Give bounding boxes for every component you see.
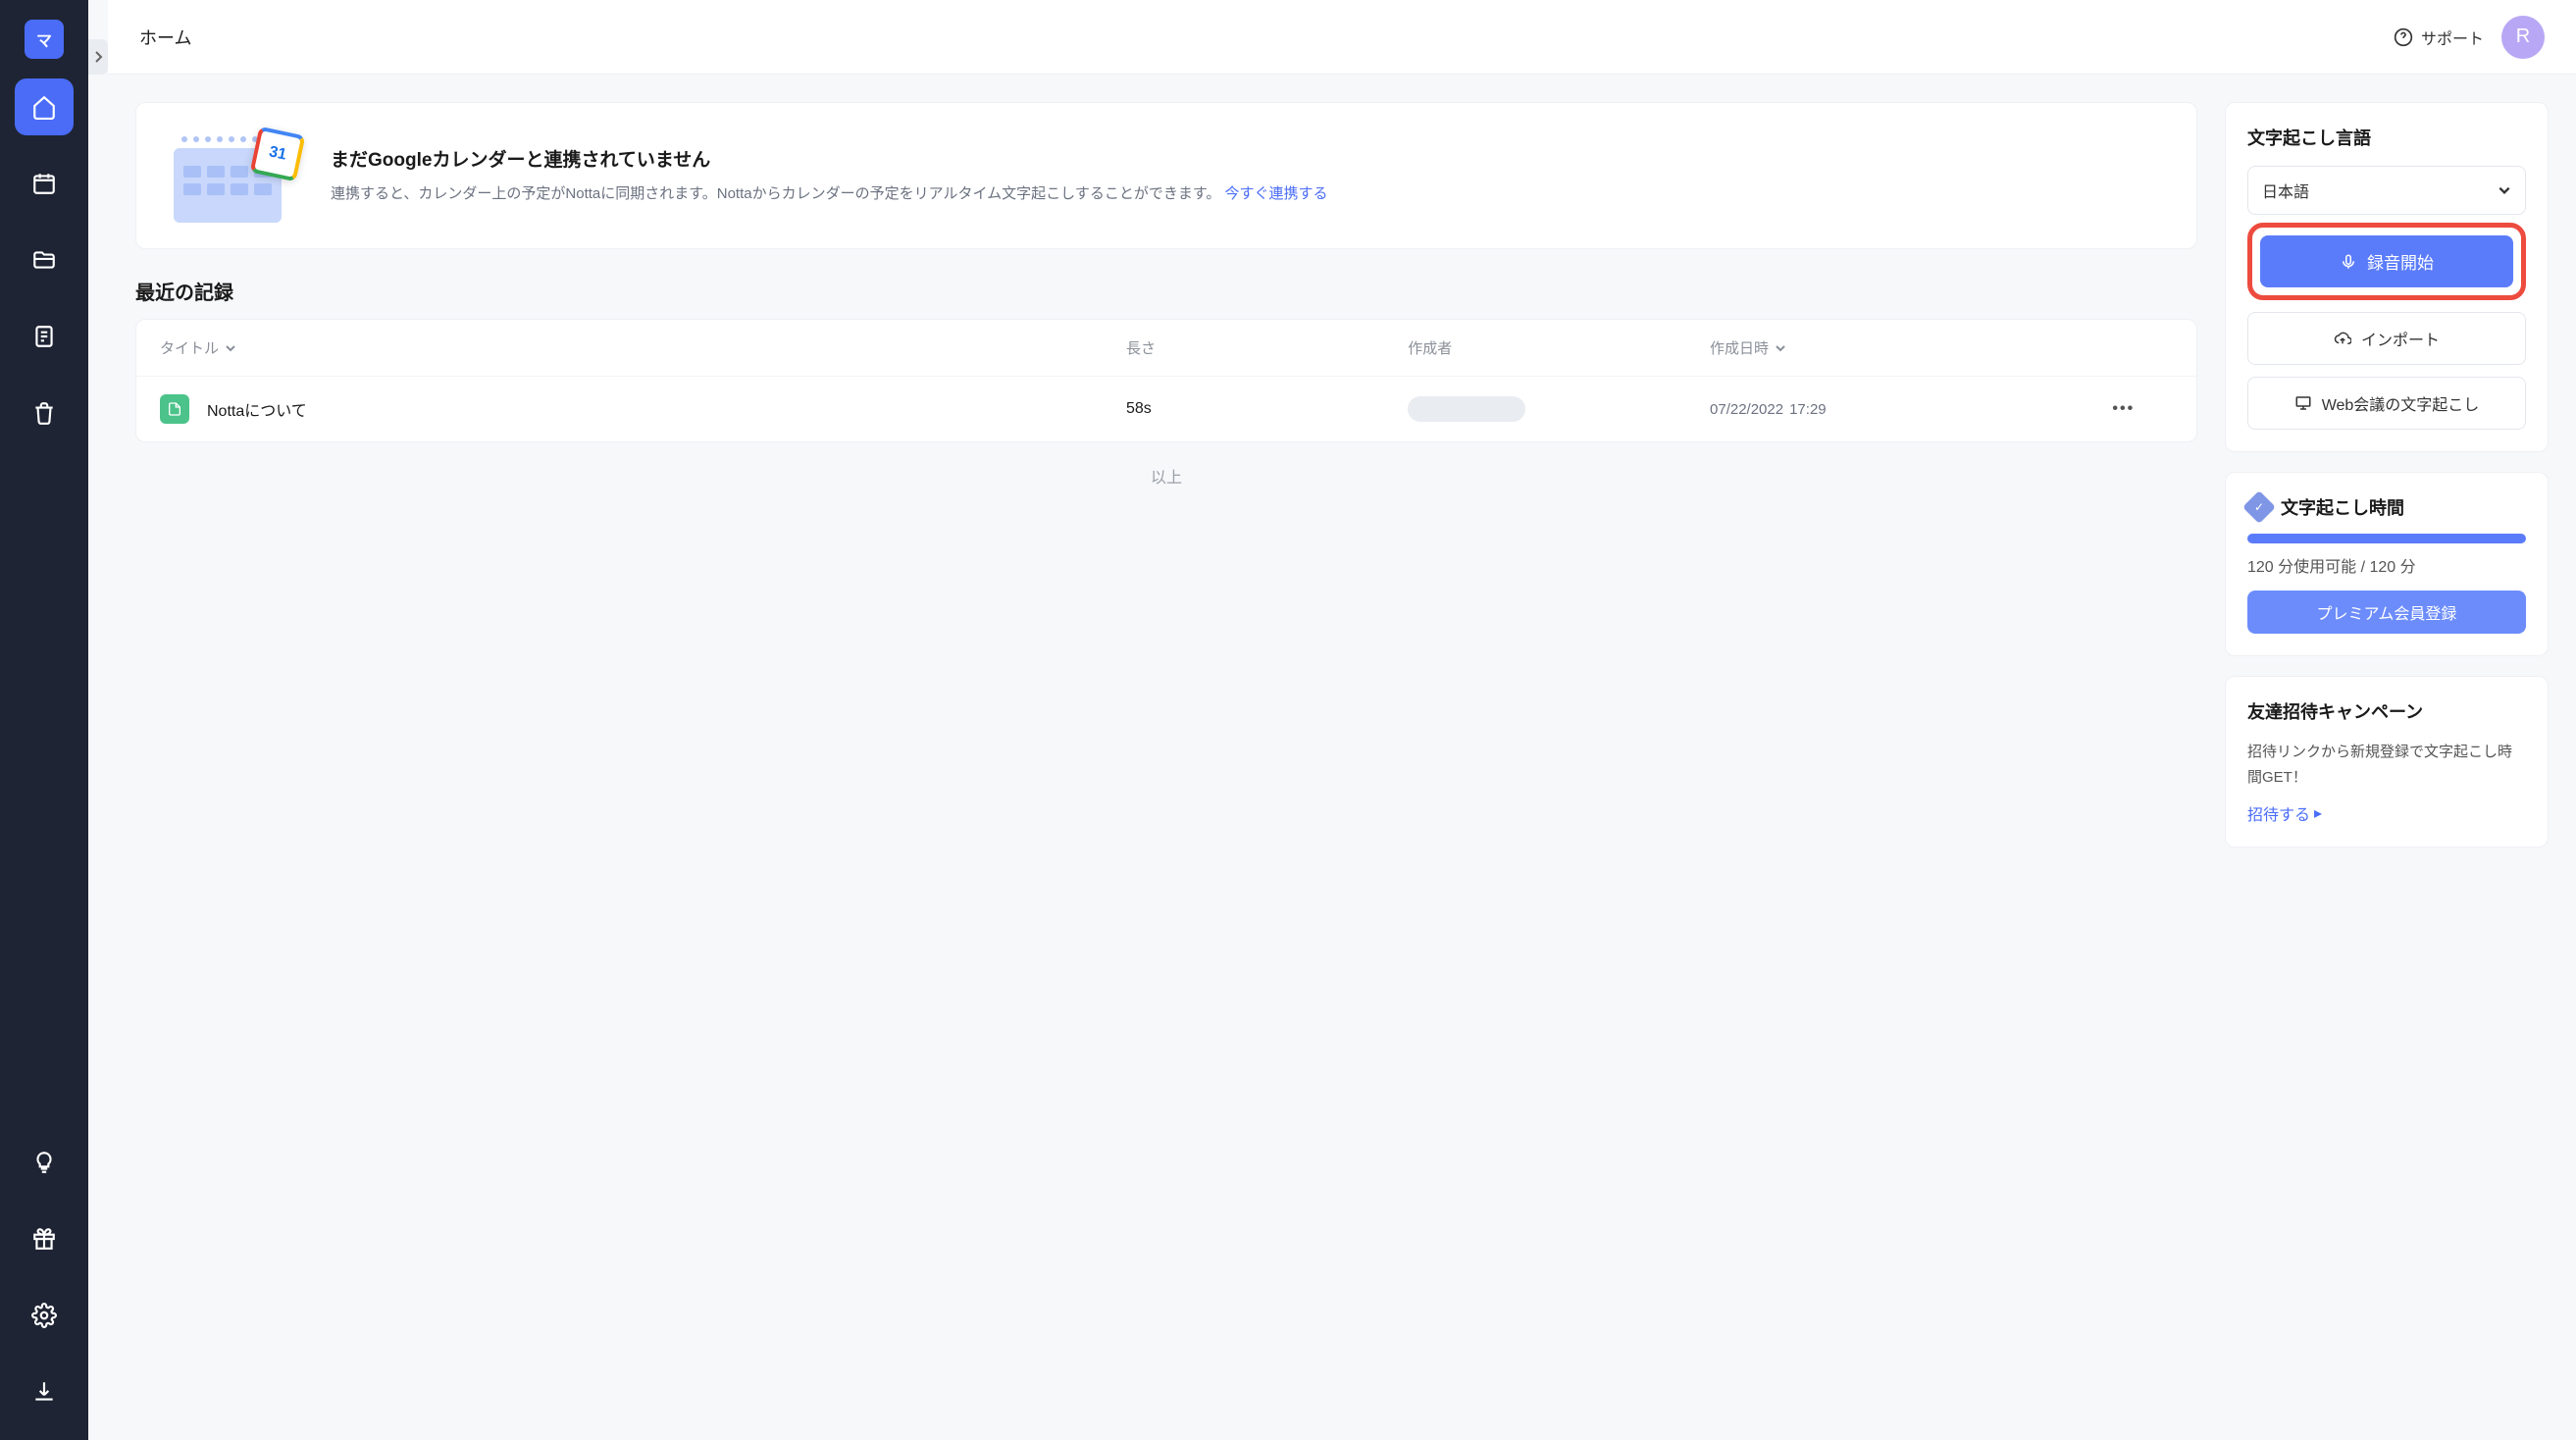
topbar: ホーム サポート R	[108, 0, 2576, 75]
row-length: 58s	[1126, 400, 1408, 418]
premium-register-button[interactable]: プレミアム会員登録	[2247, 591, 2526, 634]
chevron-down-icon	[225, 342, 236, 354]
banner-title: まだGoogleカレンダーと連携されていません	[331, 145, 1328, 172]
record-button-highlight: 録音開始	[2247, 223, 2526, 300]
nav-tips[interactable]	[15, 1134, 74, 1191]
upload-cloud-icon	[2334, 330, 2351, 347]
usage-progress-bar	[2247, 534, 2526, 543]
google-calendar-icon: 31	[250, 127, 306, 182]
presentation-icon	[2294, 394, 2312, 412]
row-author-placeholder	[1408, 396, 1525, 422]
nav-settings[interactable]	[15, 1287, 74, 1344]
help-icon	[2394, 27, 2413, 47]
nav-notes[interactable]	[15, 308, 74, 365]
google-calendar-banner: 31 まだGoogleカレンダーと連携されていません 連携すると、カレンダー上の…	[135, 102, 2197, 249]
note-file-icon	[160, 394, 189, 424]
support-link[interactable]: サポート	[2394, 26, 2484, 49]
invite-link[interactable]: 招待する ▸	[2247, 801, 2526, 825]
import-button[interactable]: インポート	[2247, 312, 2526, 365]
nav-download[interactable]	[15, 1363, 74, 1420]
nav-calendar[interactable]	[15, 155, 74, 212]
chevron-down-icon	[2498, 183, 2511, 197]
transcription-language-title: 文字起こし言語	[2247, 125, 2526, 150]
language-select[interactable]: 日本語	[2247, 166, 2526, 215]
download-icon	[31, 1379, 57, 1405]
sidebar-expand-toggle[interactable]	[88, 39, 108, 75]
chevron-down-icon	[1775, 342, 1786, 354]
transcription-time-title: 文字起こし時間	[2281, 494, 2404, 520]
trash-icon	[31, 400, 57, 426]
row-date: 07/22/2022	[1710, 399, 1783, 420]
language-actions-card: 文字起こし言語 日本語 録音開始	[2225, 102, 2549, 452]
page-title: ホーム	[139, 25, 191, 50]
app-logo[interactable]: マ	[25, 20, 64, 59]
col-author: 作成者	[1408, 337, 1710, 358]
mic-icon	[2340, 253, 2357, 271]
banner-body: 連携すると、カレンダー上の予定がNottaに同期されます。Nottaからカレンダ…	[331, 181, 1328, 207]
row-more-button[interactable]: •••	[2112, 400, 2173, 418]
invite-title: 友達招待キャンペーン	[2247, 698, 2526, 724]
chevron-right-icon	[93, 50, 103, 64]
recent-records-heading: 最近の記録	[135, 277, 2197, 305]
list-end-marker: 以上	[135, 464, 2197, 488]
support-label: サポート	[2421, 26, 2484, 49]
caret-right-icon: ▸	[2314, 803, 2322, 823]
sidebar: マ	[0, 0, 88, 1440]
col-length: 長さ	[1126, 337, 1408, 358]
web-meeting-button[interactable]: Web会議の文字起こし	[2247, 377, 2526, 430]
transcription-time-card: ✓ 文字起こし時間 120 分使用可能 / 120 分 プレミアム会員登録	[2225, 472, 2549, 656]
notes-icon	[31, 324, 57, 349]
diamond-badge-icon: ✓	[2242, 490, 2276, 524]
table-row[interactable]: Nottaについて 58s 07/22/2022 17:29 •••	[136, 377, 2196, 441]
banner-connect-link[interactable]: 今すぐ連携する	[1225, 185, 1328, 202]
folder-icon	[31, 247, 57, 273]
gift-icon	[31, 1226, 57, 1252]
nav-gift[interactable]	[15, 1210, 74, 1267]
start-recording-button[interactable]: 録音開始	[2260, 235, 2513, 287]
col-title[interactable]: タイトル	[160, 337, 1126, 358]
row-title: Nottaについて	[207, 397, 307, 421]
nav-trash[interactable]	[15, 385, 74, 441]
invite-card: 友達招待キャンペーン 招待リンクから新規登録で文字起こし時間GET！ 招待する …	[2225, 676, 2549, 848]
language-value: 日本語	[2262, 179, 2309, 202]
row-time: 17:29	[1789, 399, 1827, 420]
col-date[interactable]: 作成日時	[1710, 337, 2112, 358]
lightbulb-icon	[31, 1150, 57, 1175]
nav-home[interactable]	[15, 78, 74, 135]
gear-icon	[31, 1303, 57, 1328]
calendar-icon	[31, 171, 57, 196]
home-icon	[31, 94, 57, 120]
invite-description: 招待リンクから新規登録で文字起こし時間GET！	[2247, 740, 2526, 790]
calendar-illustration: 31	[164, 127, 301, 225]
nav-folder[interactable]	[15, 231, 74, 288]
usage-text: 120 分使用可能 / 120 分	[2247, 553, 2526, 577]
records-table: タイトル 長さ 作成者 作成日時	[135, 319, 2197, 442]
user-avatar[interactable]: R	[2501, 16, 2545, 59]
